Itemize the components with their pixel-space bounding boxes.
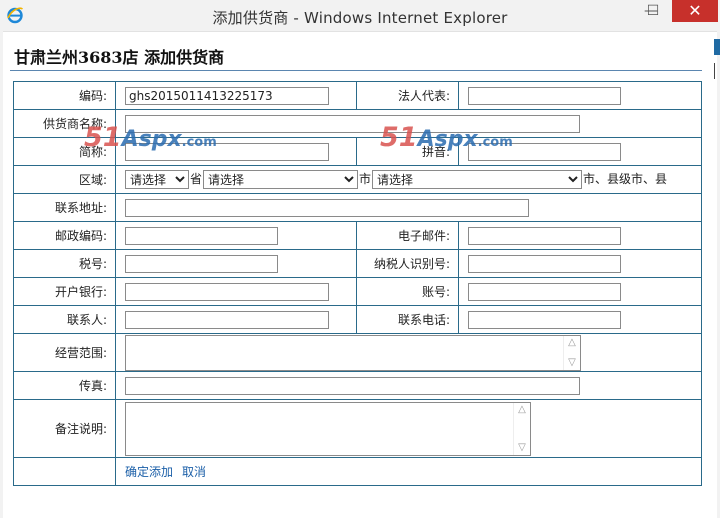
form-row-short-name: 简称: 拼音: [13, 137, 702, 166]
supplier-form: 编码: 法人代表: 供货商名称: 简称: 拼音: 区域: 请选择省请选择市请选择… [13, 81, 702, 486]
province-unit: 省 [190, 172, 203, 186]
form-row-tax: 税号: 纳税人识别号: [13, 249, 702, 278]
legal-rep-label: 法人代表: [356, 81, 459, 110]
remark-textarea[interactable] [126, 402, 530, 455]
county-select[interactable]: 请选择 [372, 170, 583, 189]
form-row-fax: 传真: [13, 371, 702, 400]
form-row-actions: 确定添加 取消 [13, 457, 702, 486]
scroll-up-icon[interactable]: △ [566, 337, 578, 349]
form-row-scope: 经营范围: △ ▽ [13, 333, 702, 372]
bank-input[interactable] [125, 282, 329, 301]
account-label: 账号: [356, 277, 459, 306]
legal-rep-input[interactable] [468, 86, 621, 105]
form-row-postcode: 邮政编码: 电子邮件: [13, 221, 702, 250]
cancel-link[interactable]: 取消 [182, 465, 206, 479]
tax-no-label: 税号: [13, 249, 116, 278]
fax-label: 传真: [13, 371, 116, 400]
remark-scrollbar[interactable]: △ ▽ [513, 402, 530, 455]
close-button[interactable]: ✕ [672, 0, 718, 22]
account-input[interactable] [468, 282, 621, 301]
window-titlebar: 添加供货商 - Windows Internet Explorer — ☐ ✕ [0, 0, 720, 32]
scope-textarea[interactable] [126, 335, 580, 370]
city-unit: 市 [359, 172, 372, 186]
region-label: 区域: [13, 165, 116, 194]
title-divider [10, 70, 702, 71]
taxpayer-id-label: 纳税人识别号: [356, 249, 459, 278]
scroll-up-icon[interactable]: △ [516, 404, 528, 416]
address-input[interactable] [125, 198, 529, 217]
scroll-down-icon[interactable]: ▽ [516, 442, 528, 454]
postcode-input[interactable] [125, 226, 278, 245]
form-actions: 确定添加 取消 [115, 457, 702, 486]
remark-textarea-box: △ ▽ [125, 401, 531, 456]
confirm-add-link[interactable]: 确定添加 [125, 465, 173, 479]
scroll-down-icon[interactable]: ▽ [566, 357, 578, 369]
bank-label: 开户银行: [13, 277, 116, 306]
scope-label: 经营范围: [13, 333, 116, 372]
pinyin-input[interactable] [468, 142, 621, 161]
phone-input[interactable] [468, 310, 621, 329]
window-frame-left [0, 31, 3, 518]
page-title: 甘肃兰州3683店 添加供货商 [14, 48, 225, 67]
scope-scrollbar[interactable]: △ ▽ [563, 335, 580, 370]
supplier-name-input[interactable] [125, 114, 580, 133]
form-row-region: 区域: 请选择省请选择市请选择 市、县级市、县 [13, 165, 702, 194]
contact-label: 联系人: [13, 305, 116, 334]
postcode-label: 邮政编码: [13, 221, 116, 250]
short-name-label: 简称: [13, 137, 116, 166]
supplier-name-label: 供货商名称: [13, 109, 116, 138]
form-row-address: 联系地址: [13, 193, 702, 222]
pinyin-label: 拼音: [356, 137, 459, 166]
contact-input[interactable] [125, 310, 329, 329]
phone-label: 联系电话: [356, 305, 459, 334]
remark-label: 备注说明: [13, 399, 116, 458]
province-select[interactable]: 请选择 [125, 170, 189, 189]
scope-textarea-box: △ ▽ [125, 334, 581, 371]
email-label: 电子邮件: [356, 221, 459, 250]
fax-input[interactable] [125, 376, 580, 395]
code-input[interactable] [125, 86, 329, 105]
email-input[interactable] [468, 226, 621, 245]
code-label: 编码: [13, 81, 116, 110]
window-title: 添加供货商 - Windows Internet Explorer [212, 9, 508, 27]
form-row-contact: 联系人: 联系电话: [13, 305, 702, 334]
form-row-remark: 备注说明: △ ▽ [13, 399, 702, 458]
background-window-edge [712, 31, 720, 91]
form-row-code: 编码: 法人代表: [13, 81, 702, 110]
taxpayer-id-input[interactable] [468, 254, 621, 273]
tax-no-input[interactable] [125, 254, 278, 273]
short-name-input[interactable] [125, 142, 329, 161]
county-unit: 市、县级市、县 [583, 172, 668, 186]
form-row-supplier-name: 供货商名称: [13, 109, 702, 138]
address-label: 联系地址: [13, 193, 116, 222]
form-row-bank: 开户银行: 账号: [13, 277, 702, 306]
city-select[interactable]: 请选择 [203, 170, 359, 189]
maximize-button[interactable]: ☐ [640, 0, 666, 22]
